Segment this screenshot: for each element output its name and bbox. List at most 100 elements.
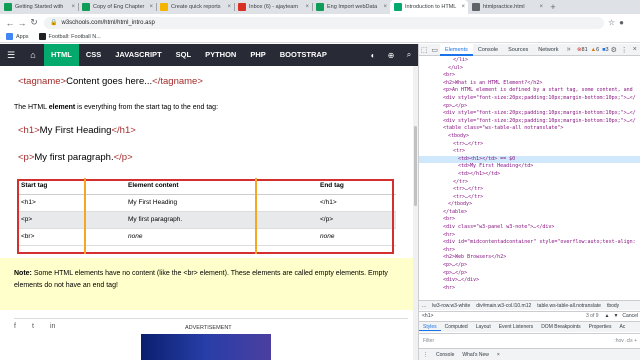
omnibox[interactable]: 🔒 w3schools.com/html/html_intro.asp — [44, 16, 604, 29]
dom-node-line[interactable]: </ul> — [419, 65, 640, 73]
drawer-menu-icon[interactable]: ⋮ — [419, 352, 432, 358]
bookmark-apps[interactable]: Apps — [6, 33, 29, 40]
profile-icon[interactable]: ● — [619, 18, 624, 27]
styles-tab[interactable]: Styles — [419, 324, 441, 331]
nav-javascript[interactable]: JAVASCRIPT — [108, 44, 168, 66]
tab-close-icon[interactable]: × — [539, 4, 543, 10]
more-tabs-icon[interactable]: » — [563, 46, 573, 53]
dom-node-line[interactable]: <tr> — [419, 148, 640, 156]
breadcrumb-item[interactable]: lw3-row.w3-white — [429, 303, 473, 309]
breadcrumb-item[interactable]: tbody — [604, 303, 622, 309]
search-icon[interactable]: ⌕ — [400, 50, 418, 60]
breadcrumb-item[interactable]: ... — [419, 303, 429, 309]
browser-tab[interactable]: Eng Import webData × — [312, 0, 390, 14]
home-icon[interactable]: ⌂ — [22, 50, 44, 60]
tab-sources[interactable]: Sources — [503, 44, 533, 56]
dom-node-line[interactable]: <br> — [419, 72, 640, 80]
dom-node-line[interactable]: </table> — [419, 209, 640, 217]
dom-node-line[interactable]: <p>…</p> — [419, 262, 640, 270]
styles-tab[interactable]: DOM Breakpoints — [537, 324, 584, 330]
dom-node-line[interactable]: <hr> — [419, 285, 640, 293]
advertisement-banner[interactable] — [141, 334, 271, 360]
dom-node-line[interactable]: </tbody> — [419, 201, 640, 209]
browser-tab[interactable]: Inbox (6) - ajayteam × — [234, 0, 312, 14]
tab-close-icon[interactable]: × — [71, 4, 75, 10]
dom-node-line[interactable]: <div>…</div> — [419, 277, 640, 285]
scrollbar-thumb[interactable] — [414, 126, 417, 206]
settings-gear-icon[interactable]: ⚙ — [609, 46, 619, 54]
styles-tab[interactable]: Properties — [585, 324, 616, 330]
browser-tab[interactable]: Create quick reports × — [156, 0, 234, 14]
star-icon[interactable]: ☆ — [608, 18, 615, 27]
device-toolbar-icon[interactable]: ▭ — [429, 46, 439, 54]
dom-node-line[interactable]: <div style="font-size:20px;padding:10px;… — [419, 118, 640, 126]
drawer-close-icon[interactable]: × — [493, 352, 504, 358]
nav-php[interactable]: PHP — [243, 44, 272, 66]
tab-network[interactable]: Network — [533, 44, 563, 56]
dark-mode-icon[interactable]: ◐ — [364, 51, 382, 60]
search-cancel-button[interactable]: Cancel — [622, 313, 638, 319]
tab-close-icon[interactable]: × — [149, 4, 153, 10]
browser-tab[interactable]: Introduction to HTML × — [390, 0, 468, 14]
dom-node-line[interactable]: <div style="font-size:20px;padding:10px;… — [419, 95, 640, 103]
tab-close-icon[interactable]: × — [305, 4, 309, 10]
dom-node-line[interactable]: <h2>What is an HTML Element?</h2> — [419, 80, 640, 88]
linkedin-icon[interactable]: in — [50, 323, 68, 330]
dom-node-line[interactable]: <div class="w3-panel w3-note">…</div> — [419, 224, 640, 232]
dom-node-line[interactable]: <tbody> — [419, 133, 640, 141]
browser-tab[interactable]: Getting Started with × — [0, 0, 78, 14]
search-next-icon[interactable]: ▼ — [613, 313, 618, 319]
warning-badge[interactable]: ▲ 6 — [591, 47, 600, 53]
dom-node-line[interactable]: <tr>…</tr> — [419, 194, 640, 202]
dom-node-line[interactable]: <h2>Web Browsers</h2> — [419, 254, 640, 262]
dom-node-line[interactable]: <p>…</p> — [419, 103, 640, 111]
drawer-tab-console[interactable]: Console — [432, 352, 458, 358]
new-tab-icon[interactable]: + — [546, 0, 560, 14]
tab-close-icon[interactable]: × — [227, 4, 231, 10]
dom-node-line[interactable]: </li> — [419, 57, 640, 65]
twitter-icon[interactable]: t — [32, 323, 50, 330]
tab-console[interactable]: Console — [473, 44, 503, 56]
dom-node-line[interactable]: <hr> — [419, 232, 640, 240]
facebook-icon[interactable]: f — [14, 323, 32, 330]
error-badge[interactable]: ⊗ 81 — [577, 47, 588, 53]
dom-node-line[interactable]: <tr>…</tr> — [419, 186, 640, 194]
dom-node-line[interactable]: <tr>…</tr> — [419, 141, 640, 149]
dom-node-line[interactable]: <table class="ws-table-all notranslate"> — [419, 125, 640, 133]
nav-bootstrap[interactable]: BOOTSTRAP — [273, 44, 334, 66]
tab-close-icon[interactable]: × — [383, 4, 387, 10]
dom-node-line[interactable]: <div id="midcontentadcontainer" style="o… — [419, 239, 640, 247]
search-prev-icon[interactable]: ▲ — [605, 313, 610, 319]
back-icon[interactable]: ← — [4, 18, 16, 28]
dom-tree[interactable]: </li> </ul> <br> <h2>What is an HTML Elemen… — [419, 57, 640, 312]
dom-node-line[interactable]: <p>…</p> — [419, 270, 640, 278]
dom-node-line[interactable]: <div style="font-size:20px;padding:10px;… — [419, 110, 640, 118]
drawer-tab-whats-new[interactable]: What's New — [458, 352, 493, 358]
nav-css[interactable]: CSS — [79, 44, 108, 66]
tab-elements[interactable]: Elements — [439, 43, 473, 56]
styles-filter-tools[interactable]: :hov .cls + — [614, 338, 637, 344]
nav-python[interactable]: PYTHON — [198, 44, 243, 66]
dom-node-line[interactable]: <p>An HTML element is defined by a start… — [419, 87, 640, 95]
close-icon[interactable]: × — [630, 46, 640, 53]
dom-node-line[interactable]: <td><h1></td> == $0 — [419, 155, 640, 164]
nav-sql[interactable]: SQL — [169, 44, 198, 66]
bookmark-football[interactable]: Football: Football N... — [38, 33, 101, 40]
tab-close-icon[interactable]: × — [461, 4, 465, 10]
styles-tab[interactable]: Ac — [615, 324, 629, 330]
kebab-menu-icon[interactable]: ⋮ — [619, 46, 629, 54]
styles-tab[interactable]: Computed — [441, 324, 472, 330]
dom-node-line[interactable]: </tr> — [419, 179, 640, 187]
styles-filter-input[interactable]: Filter — [423, 338, 614, 344]
menu-icon[interactable]: ☰ — [0, 50, 22, 61]
nav-html[interactable]: HTML — [44, 44, 79, 66]
breadcrumb-item[interactable]: table.ws-table-all.notranslate — [534, 303, 604, 309]
inspect-icon[interactable]: ⬚ — [419, 46, 429, 54]
forward-icon[interactable]: → — [16, 18, 28, 28]
breadcrumb-item[interactable]: div#main.w3-col.l10.m12 — [473, 303, 534, 309]
reload-icon[interactable]: ↻ — [28, 17, 40, 28]
browser-tab[interactable]: htmlpractice.html × — [468, 0, 546, 14]
dom-node-line[interactable]: <td>My First Heading</td> — [419, 163, 640, 171]
dom-search-input[interactable]: <h1> — [422, 313, 586, 319]
dom-node-line[interactable]: <hr> — [419, 247, 640, 255]
